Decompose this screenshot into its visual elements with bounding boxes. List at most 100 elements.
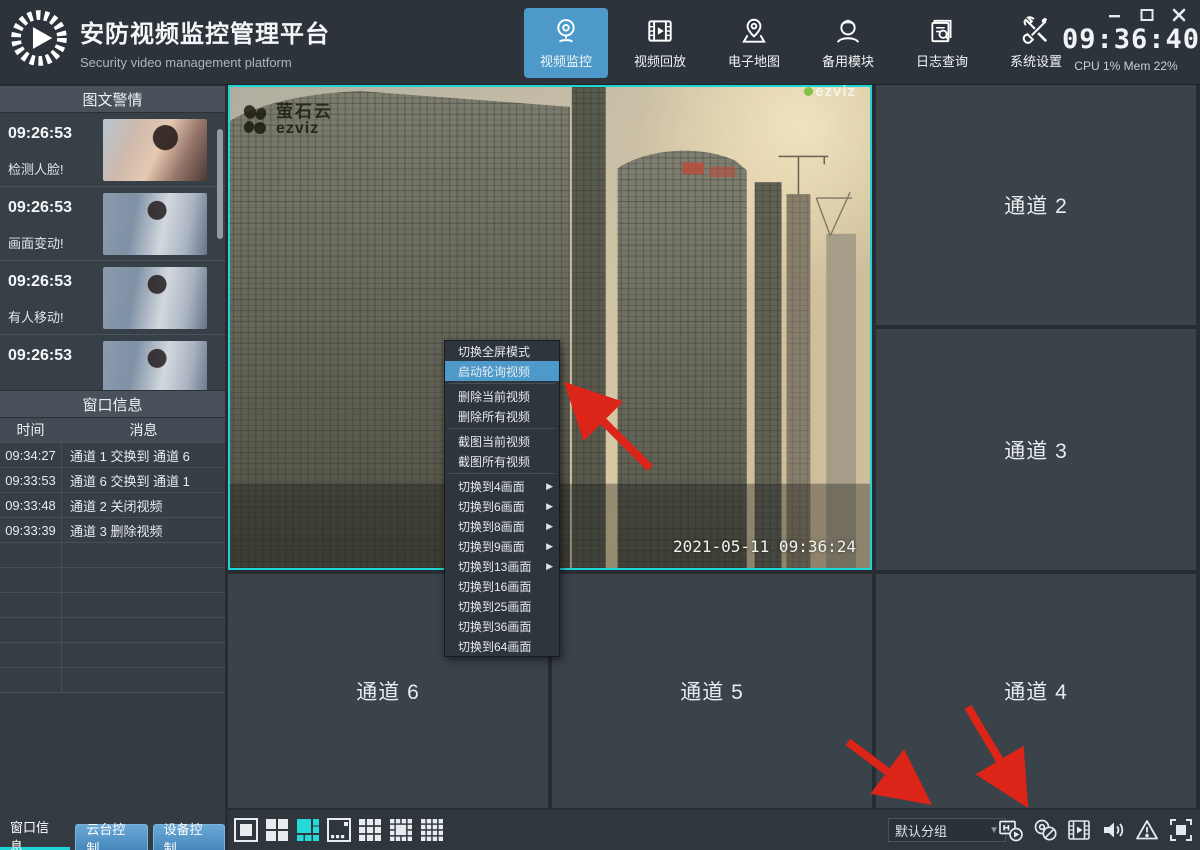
table-row: 09:33:39 通道 3 删除视频 xyxy=(0,518,225,543)
layout-9-icon[interactable] xyxy=(358,818,382,842)
menu-item-switch-16[interactable]: 切换到16画面 xyxy=(445,576,559,596)
start-poll-icon[interactable] xyxy=(998,817,1024,843)
alert-item[interactable]: 09:26:53 画面变动! xyxy=(0,187,225,261)
col-time: 时间 xyxy=(0,418,62,442)
video-timestamp: 2021-05-11 09:36:24 xyxy=(673,537,856,556)
menu-item-snapshot-all[interactable]: 截图所有视频 xyxy=(445,451,559,471)
menu-item-switch-8[interactable]: 切换到8画面▶ xyxy=(445,516,559,536)
menu-item-fullscreen[interactable]: 切换全屏模式 xyxy=(445,341,559,361)
menu-item-switch-9[interactable]: 切换到9画面▶ xyxy=(445,536,559,556)
maximize-button[interactable] xyxy=(1140,8,1154,22)
menu-item-switch-36[interactable]: 切换到36画面 xyxy=(445,616,559,636)
tools-icon xyxy=(1021,16,1051,46)
channel-label: 通道 4 xyxy=(1004,676,1068,706)
alert-thumbnail[interactable] xyxy=(103,267,207,329)
group-select-dropdown[interactable]: 默认分组 ▼ xyxy=(888,818,1006,842)
table-row: 09:34:27 通道 1 交换到 通道 6 xyxy=(0,443,225,468)
ezviz-logo-icon xyxy=(238,103,272,137)
layout-6-icon[interactable] xyxy=(296,818,320,842)
menu-item-switch-25[interactable]: 切换到25画面 xyxy=(445,596,559,616)
menu-item-snapshot-current[interactable]: 截图当前视频 xyxy=(445,431,559,451)
alert-item[interactable]: 09:26:53 xyxy=(0,335,225,391)
window-info-table: 时间 消息 09:34:27 通道 1 交换到 通道 6 09:33:53 通道… xyxy=(0,418,225,693)
layout-switcher xyxy=(234,818,444,842)
channel-2-pane[interactable]: 通道 2 xyxy=(876,85,1196,325)
video-context-menu: 切换全屏模式 启动轮询视频 删除当前视频 删除所有视频 截图当前视频 截图所有视… xyxy=(444,340,560,657)
menu-separator xyxy=(449,383,555,384)
channel-label: 通道 2 xyxy=(1004,190,1068,220)
alert-scrollbar[interactable] xyxy=(217,129,223,239)
tab-ptz-control[interactable]: 云台控制 xyxy=(75,824,147,850)
nav-log-query[interactable]: 日志查询 xyxy=(900,8,984,78)
minimize-button[interactable] xyxy=(1108,8,1122,22)
video-record-icon[interactable] xyxy=(1066,817,1092,843)
toolbar-right-icons xyxy=(998,817,1194,843)
window-info-header: 窗口信息 xyxy=(0,391,225,418)
nav-video-monitor[interactable]: 视频监控 xyxy=(524,8,608,78)
alert-item[interactable]: 09:26:53 有人移动! xyxy=(0,261,225,335)
alert-label: 画面变动! xyxy=(8,233,64,252)
watermark-en: ezviz xyxy=(276,121,333,137)
row-time: 09:34:27 xyxy=(0,443,62,467)
menu-item-delete-current[interactable]: 删除当前视频 xyxy=(445,386,559,406)
channel-label: 通道 6 xyxy=(356,676,420,706)
alert-thumbnail[interactable] xyxy=(103,341,207,391)
menu-item-delete-all[interactable]: 删除所有视频 xyxy=(445,406,559,426)
row-message: 通道 2 关闭视频 xyxy=(62,493,225,517)
menu-item-switch-64[interactable]: 切换到64画面 xyxy=(445,636,559,656)
alert-thumbnail[interactable] xyxy=(103,119,207,181)
table-row-empty xyxy=(0,668,225,693)
webcam-icon xyxy=(551,16,581,46)
main-nav: 视频监控 视频回放 电子地图 xyxy=(524,0,1078,85)
layout-8-icon[interactable] xyxy=(327,818,351,842)
ezviz-top-watermark: ezviz xyxy=(804,83,856,100)
channel-5-pane[interactable]: 通道 5 xyxy=(552,574,872,808)
system-clock: 09:36:40 xyxy=(1062,24,1190,55)
tab-window-info[interactable]: 窗口信息 xyxy=(0,824,70,850)
nav-video-playback[interactable]: 视频回放 xyxy=(618,8,702,78)
alert-time: 09:26:53 xyxy=(8,347,72,365)
row-time: 09:33:53 xyxy=(0,468,62,492)
menu-item-start-poll[interactable]: 启动轮询视频 xyxy=(445,361,559,381)
video-playback-icon xyxy=(645,16,675,46)
header: 安防视频监控管理平台 Security video management pla… xyxy=(0,0,1200,85)
channel-3-pane[interactable]: 通道 3 xyxy=(876,329,1196,570)
channel-4-pane[interactable]: 通道 4 xyxy=(876,574,1196,808)
alert-item[interactable]: 09:26:53 检测人脸! xyxy=(0,113,225,187)
menu-item-switch-13[interactable]: 切换到13画面▶ xyxy=(445,556,559,576)
alerts-header: 图文警情 xyxy=(0,86,225,113)
close-button[interactable] xyxy=(1172,8,1186,22)
volume-icon[interactable] xyxy=(1100,817,1126,843)
tab-device-control[interactable]: 设备控制 xyxy=(153,824,225,850)
app-logo-icon xyxy=(10,9,68,67)
app-title: 安防视频监控管理平台 xyxy=(80,14,330,49)
layout-1-icon[interactable] xyxy=(234,818,258,842)
layout-13-icon[interactable] xyxy=(389,818,413,842)
layout-16-icon[interactable] xyxy=(420,818,444,842)
row-message: 通道 1 交换到 通道 6 xyxy=(62,443,225,467)
fullscreen-icon[interactable] xyxy=(1168,817,1194,843)
nav-emap[interactable]: 电子地图 xyxy=(712,8,796,78)
nav-backup-module[interactable]: 备用模块 xyxy=(806,8,890,78)
stop-poll-icon[interactable] xyxy=(1032,817,1058,843)
alarm-icon[interactable] xyxy=(1134,817,1160,843)
sidebar-tabs: 窗口信息 云台控制 设备控制 xyxy=(0,820,225,850)
cpu-mem-status: CPU 1% Mem 22% xyxy=(1062,59,1190,73)
nav-label: 视频监控 xyxy=(540,51,592,70)
submenu-arrow-icon: ▶ xyxy=(546,501,553,512)
alert-label: 有人移动! xyxy=(8,307,64,326)
nav-label: 系统设置 xyxy=(1010,51,1062,70)
menu-item-switch-6[interactable]: 切换到6画面▶ xyxy=(445,496,559,516)
row-message: 通道 6 交换到 通道 1 xyxy=(62,468,225,492)
alert-thumbnail[interactable] xyxy=(103,193,207,255)
layout-4-icon[interactable] xyxy=(265,818,289,842)
table-row-empty xyxy=(0,543,225,568)
submenu-arrow-icon: ▶ xyxy=(546,521,553,532)
row-message: 通道 3 删除视频 xyxy=(62,518,225,542)
cpu-usage: CPU 1% xyxy=(1074,59,1120,73)
table-header-row: 时间 消息 xyxy=(0,418,225,443)
submenu-arrow-icon: ▶ xyxy=(546,541,553,552)
bottom-toolbar: 默认分组 ▼ xyxy=(228,810,1200,850)
menu-item-switch-4[interactable]: 切换到4画面▶ xyxy=(445,476,559,496)
watermark-cn: 萤石云 xyxy=(276,103,333,120)
